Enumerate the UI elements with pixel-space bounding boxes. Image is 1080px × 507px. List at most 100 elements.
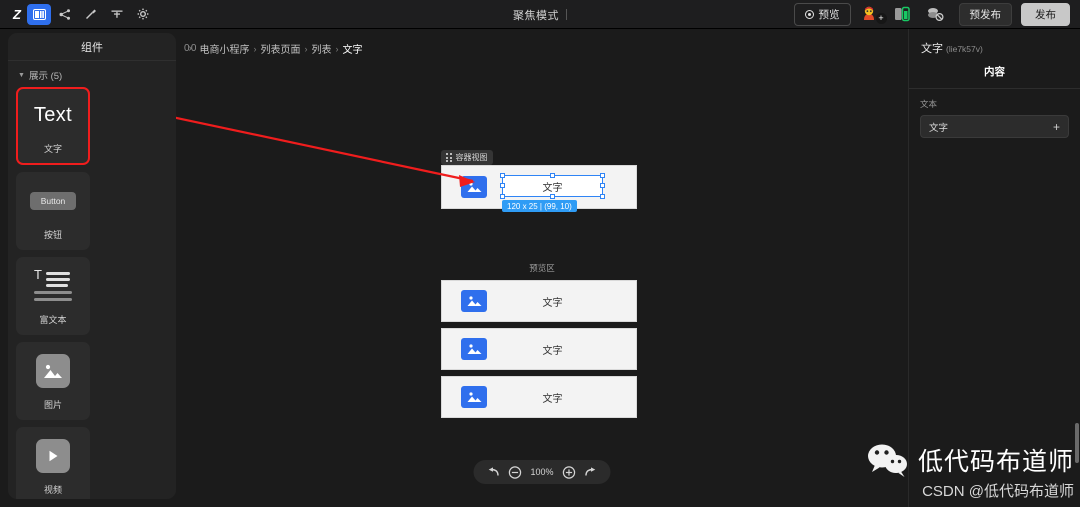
text-value-input[interactable]: 文字 +: [920, 115, 1069, 138]
cloud-disabled-icon[interactable]: [926, 5, 950, 23]
component-label-image: 图片: [43, 400, 62, 410]
resize-handle-top-right[interactable]: [600, 173, 605, 178]
text-T-glyph: T: [34, 267, 42, 282]
title-divider: [566, 9, 567, 20]
mode-title: 聚焦模式: [513, 9, 559, 22]
editing-card[interactable]: 文字 120 x 25 | (99, 10): [441, 165, 637, 212]
panels-icon[interactable]: [27, 3, 51, 25]
add-member-icon[interactable]: +: [860, 5, 887, 24]
battery-status-icon[interactable]: [893, 5, 917, 23]
design-stage[interactable]: 容器视图 文字 120 x 25 | (99, 10) 预览区 文字 文字 文字…: [176, 69, 908, 507]
gear-icon[interactable]: [131, 4, 155, 25]
component-card-video[interactable]: 视频: [16, 427, 90, 499]
resize-handle-bottom-right[interactable]: [600, 194, 605, 199]
add-binding-icon[interactable]: +: [1053, 121, 1060, 133]
scrollbar-thumb[interactable]: [1075, 423, 1079, 463]
rich-text-icon: T: [34, 267, 72, 301]
image-placeholder-icon: [461, 290, 487, 312]
text-art-label: Text: [33, 104, 73, 126]
selected-text-value: 文字: [542, 182, 563, 194]
list-item-label: 文字: [542, 393, 563, 405]
zoom-out-glyph: [508, 465, 522, 479]
add-plus-badge[interactable]: +: [875, 13, 887, 24]
zoom-toolbar: 100%: [473, 460, 611, 484]
share-nodes-glyph: [59, 8, 70, 20]
section-header-display[interactable]: ▼ 展示 (5): [14, 61, 170, 87]
breadcrumb-item-0[interactable]: 电商小程序: [199, 41, 249, 56]
list-item[interactable]: 文字: [441, 328, 637, 370]
video-component-art: [17, 428, 89, 483]
share-nodes-icon[interactable]: [53, 4, 77, 25]
image-icon: [36, 353, 70, 388]
display-component-grid: Text 文字 Button 按钮 T 富文本 图片 视频: [14, 87, 170, 499]
canvas-area: 0›0 电商小程序 › 列表页面 › 列表 › 文字 容器视图 文字 120 x…: [176, 29, 908, 507]
component-label-text: 文字: [43, 144, 62, 154]
rich-text-component-art: T: [17, 258, 89, 313]
zoom-out-button[interactable]: [508, 465, 522, 479]
properties-panel: 文字 (lie7k57v) 内容 文本 文字 +: [908, 29, 1080, 507]
component-card-text[interactable]: Text 文字: [16, 87, 90, 165]
component-label-video: 视频: [43, 485, 62, 495]
list-item-label: 文字: [542, 345, 563, 357]
image-glyph: [44, 364, 62, 378]
breadcrumb-separator-0: ›: [253, 43, 257, 54]
undo-icon[interactable]: [486, 467, 499, 477]
battery-glyph: [894, 6, 910, 22]
image-placeholder-icon: [461, 386, 487, 408]
video-icon: [36, 438, 70, 473]
app-logo[interactable]: Z: [9, 7, 25, 22]
resize-handle-middle-right[interactable]: [600, 183, 605, 188]
button-art-label: Button: [29, 191, 77, 210]
app-root: Z 聚焦模式 预览 + 预发布 发布 组件 ▼ 展示 (5) Text 文字 B…: [0, 0, 1080, 507]
component-card-rich-text[interactable]: T 富文本: [16, 257, 90, 335]
properties-element-name: 文字: [921, 43, 943, 55]
redo-icon[interactable]: [585, 467, 598, 477]
breadcrumb-item-2[interactable]: 列表: [311, 41, 331, 56]
button-component-art: Button: [17, 173, 89, 228]
properties-element-id: (lie7k57v): [946, 44, 983, 54]
undo-glyph: [488, 467, 499, 476]
tab-content[interactable]: 内容: [909, 64, 1080, 89]
chevron-down-icon: ▼: [18, 71, 25, 79]
breadcrumb-toggle-icon[interactable]: 0›0: [184, 43, 196, 54]
preview-button[interactable]: 预览: [793, 2, 851, 26]
magic-wand-icon[interactable]: [79, 4, 103, 25]
resize-handle-top-left[interactable]: [500, 173, 505, 178]
list-item[interactable]: 文字: [441, 280, 637, 322]
components-panel-body: ▼ 展示 (5) Text 文字 Button 按钮 T 富文本 图片 视频: [8, 61, 176, 499]
image-placeholder-icon: [461, 176, 487, 198]
selected-text-element[interactable]: 文字: [500, 173, 605, 199]
drag-handle-icon[interactable]: [446, 153, 452, 162]
play-circle-icon: [804, 9, 814, 19]
cloud-off-glyph: [927, 8, 944, 22]
breadcrumb-separator-2: ›: [335, 43, 339, 54]
text-value: 文字: [929, 122, 949, 134]
list-item[interactable]: 文字: [441, 376, 637, 418]
container-view-tag-label: 容器视图: [455, 153, 488, 162]
zoom-in-glyph: [562, 465, 576, 479]
list-item-label: 文字: [542, 297, 563, 309]
section-label-display: 展示 (5): [28, 71, 63, 82]
preview-list: 文字 文字 文字: [441, 280, 637, 418]
component-card-button[interactable]: Button 按钮: [16, 172, 90, 250]
publish-button[interactable]: 发布: [1021, 2, 1070, 26]
component-card-image[interactable]: 图片: [16, 342, 90, 420]
breadcrumb-item-1[interactable]: 列表页面: [260, 41, 300, 56]
zoom-level-label: 100%: [530, 467, 554, 477]
resize-handle-bottom-center[interactable]: [549, 194, 555, 199]
align-icon[interactable]: [105, 4, 129, 25]
container-view-tag[interactable]: 容器视图: [441, 150, 493, 165]
resize-handle-top-center[interactable]: [549, 173, 555, 178]
play-glyph: [49, 450, 58, 461]
pre-publish-button[interactable]: 预发布: [958, 2, 1012, 26]
align-glyph: [111, 10, 123, 18]
image-placeholder-glyph: [467, 296, 481, 306]
resize-handle-middle-left[interactable]: [500, 183, 505, 188]
gear-glyph: [137, 8, 149, 20]
image-placeholder-glyph: [467, 344, 481, 354]
breadcrumb-item-3[interactable]: 文字: [342, 41, 362, 56]
preview-button-label: 预览: [818, 8, 840, 21]
resize-handle-bottom-left[interactable]: [500, 194, 505, 199]
breadcrumb: 0›0 电商小程序 › 列表页面 › 列表 › 文字: [176, 29, 908, 56]
zoom-in-button[interactable]: [562, 465, 576, 479]
